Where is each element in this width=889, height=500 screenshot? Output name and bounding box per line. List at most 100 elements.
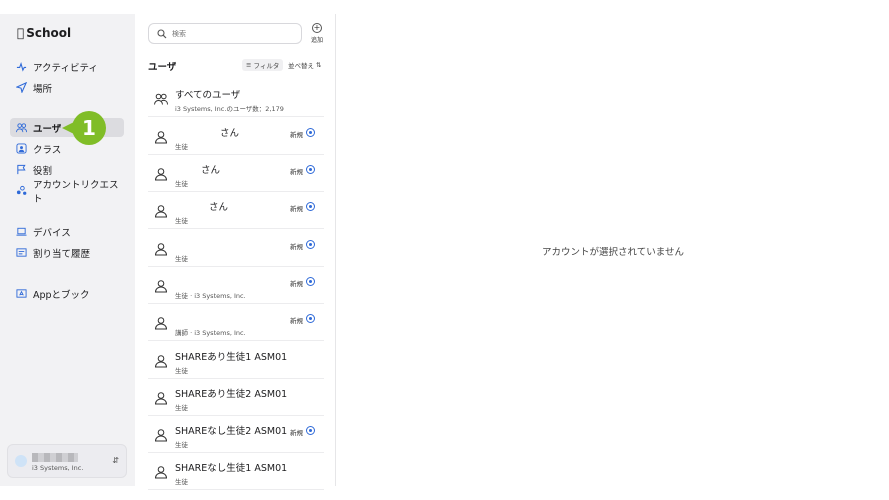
user-icon [154,203,168,218]
selected-indicator-icon [306,426,315,435]
sidebar-item-label: 役割 [33,165,53,177]
sidebar-item-label: アクティビティ [33,62,98,74]
sort-arrows-icon: ⇅ [316,61,322,69]
sidebar-item-classes[interactable]: クラス [10,139,124,158]
user-name: さん [220,128,240,139]
list-title: ユーザ [148,62,177,73]
user-name: さん [209,202,229,213]
user-subtitle: 生徒 [175,143,188,151]
table-row[interactable]: 生徒 · i3 Systems, Inc. 新規 [148,267,324,304]
location-arrow-icon [16,82,27,93]
chevron-up-down-icon: ⇵ [112,456,119,465]
account-name-redacted [32,453,78,462]
history-icon [16,247,27,258]
new-badge: 新規 [290,280,303,288]
user-name: さん [201,165,221,176]
table-row[interactable]: SHAREあり生徒1 ASM01 生徒 [148,342,324,379]
filter-button[interactable]: ≡ フィルタ [242,59,284,71]
user-name: すべてのユーザ [175,90,241,101]
sidebar:  School アクティビティ 場所 ユーザ クラス 役割 アカウントリクエス… [0,14,135,486]
sidebar-item-activity[interactable]: アクティビティ [10,57,124,76]
user-subtitle: 生徒 [175,255,188,263]
user-icon [154,464,168,479]
brand-title: School [19,26,71,40]
sidebar-item-label: ユーザ [33,123,62,135]
users-icon [16,122,27,133]
search-icon [157,28,167,39]
user-name: SHAREなし生徒2 ASM01 [175,426,288,437]
selected-indicator-icon [306,165,315,174]
user-subtitle: 生徒 [175,217,188,225]
users-icon [154,91,168,105]
user-name: SHAREあり生徒1 ASM01 [175,352,288,363]
account-org: i3 Systems, Inc. [32,464,84,472]
user-icon [154,129,168,144]
new-badge: 新規 [290,243,303,251]
list-item-all-users[interactable]: すべてのユーザ i3 Systems, Inc.のユーザ数：2,179 [148,80,324,117]
account-request-icon [16,185,27,196]
user-subtitle: 生徒 [175,441,188,449]
empty-state-message: アカウントが選択されていません [542,247,684,258]
user-icon [154,241,168,256]
add-label: 追加 [310,37,323,44]
sidebar-item-assignment-history[interactable]: 割り当て履歴 [10,243,124,262]
sidebar-item-label: Appとブック [33,289,90,301]
sidebar-item-account-requests[interactable]: アカウントリクエスト [10,180,124,205]
selected-indicator-icon [306,240,315,249]
user-subtitle: 講師 · i3 Systems, Inc. [175,329,246,337]
table-row[interactable]: さん生徒 新規 [148,155,324,192]
flag-icon [16,164,27,175]
new-badge: 新規 [290,168,303,176]
table-row[interactable]: SHAREあり生徒2 ASM01 生徒 [148,379,324,416]
activity-icon [16,61,27,72]
user-icon [154,315,168,330]
user-subtitle: 生徒 [175,478,188,486]
selected-indicator-icon [306,202,315,211]
user-icon [154,278,168,293]
user-icon [154,166,168,181]
sidebar-item-label: クラス [33,144,62,156]
filter-label: フィルタ [253,62,280,70]
add-button[interactable]: + 追加 [308,23,326,44]
table-row[interactable]: SHAREなし生徒2 ASM01 生徒 新規 [148,416,324,453]
user-subtitle: 生徒 [175,180,188,188]
new-badge: 新規 [290,429,303,437]
user-list-panel: + 追加 ユーザ ≡ フィルタ 並べ替え ⇅ すべてのユーザ i3 Systems… [136,14,336,490]
filter-icon: ≡ [246,61,252,69]
sidebar-item-label: デバイス [33,227,71,239]
search-input[interactable] [172,29,292,38]
user-subtitle: 生徒 · i3 Systems, Inc. [175,292,246,300]
laptop-icon [16,226,27,237]
class-icon [16,143,27,154]
user-icon [154,390,168,405]
selected-indicator-icon [306,277,315,286]
sidebar-item-apps-books[interactable]: Appとブック [10,284,124,303]
user-subtitle: i3 Systems, Inc.のユーザ数：2,179 [175,105,284,113]
sidebar-item-label: 場所 [33,83,53,95]
sort-label: 並べ替え [288,62,314,70]
sidebar-item-label: アカウントリクエスト [33,179,119,205]
user-icon [154,353,168,368]
table-row[interactable]: 生徒 新規 [148,230,324,267]
table-row[interactable]: さん 生徒 新規 [148,118,324,155]
table-row[interactable]: SHAREなし生徒1 ASM01 生徒 [148,453,324,490]
new-badge: 新規 [290,317,303,325]
table-row[interactable]: 講師 · i3 Systems, Inc. 新規 [148,304,324,341]
new-badge: 新規 [290,205,303,213]
user-name: SHAREあり生徒2 ASM01 [175,389,288,400]
user-name: SHAREなし生徒1 ASM01 [175,463,288,474]
plus-circle-icon: + [312,23,322,33]
search-box[interactable] [148,23,302,44]
selected-indicator-icon [306,314,315,323]
account-switcher[interactable]: i3 Systems, Inc. ⇵ [7,444,127,478]
selected-indicator-icon [306,128,315,137]
apps-books-icon [16,288,27,299]
sidebar-item-devices[interactable]: デバイス [10,222,124,241]
table-row[interactable]: さん生徒 新規 [148,192,324,229]
sort-button[interactable]: 並べ替え ⇅ [288,59,321,71]
user-subtitle: 生徒 [175,404,188,412]
brand:  School [17,26,71,40]
avatar [15,455,27,467]
user-subtitle: 生徒 [175,367,188,375]
sidebar-item-locations[interactable]: 場所 [10,78,124,97]
